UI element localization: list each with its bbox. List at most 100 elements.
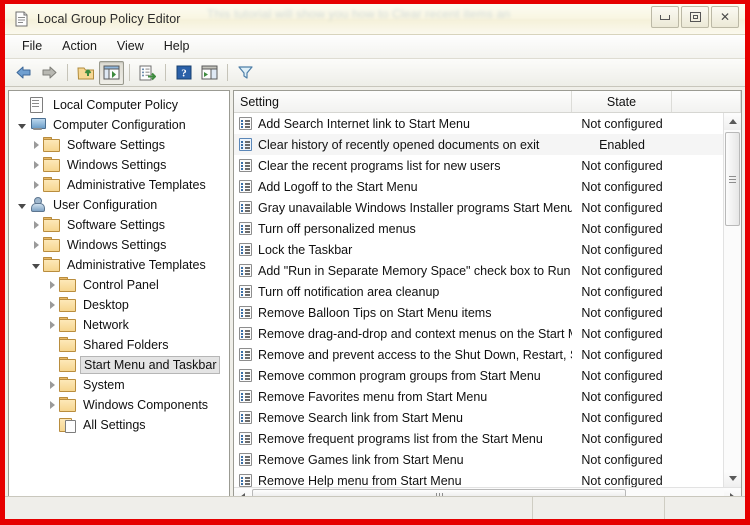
up-one-level-button[interactable] bbox=[73, 61, 98, 85]
tree-item-windows-settings[interactable]: Windows Settings bbox=[9, 235, 229, 255]
chevron-right-icon[interactable] bbox=[29, 136, 43, 154]
menu-help[interactable]: Help bbox=[154, 37, 200, 56]
policy-setting-icon bbox=[239, 264, 252, 277]
status-panel-secondary bbox=[533, 497, 665, 519]
table-row[interactable]: Add Logoff to the Start Menu Not configur… bbox=[234, 176, 723, 197]
tree-item-system[interactable]: System bbox=[9, 375, 229, 395]
chevron-right-icon[interactable] bbox=[29, 176, 43, 194]
show-hide-action-pane-button[interactable] bbox=[197, 61, 222, 85]
close-button[interactable]: ✕ bbox=[711, 6, 739, 28]
tree-item-label: Administrative Templates bbox=[67, 178, 206, 192]
table-row[interactable]: Add "Run in Separate Memory Space" check… bbox=[234, 260, 723, 281]
table-row[interactable]: Remove Help menu from Start Menu Not conf… bbox=[234, 470, 723, 487]
status-bar bbox=[5, 496, 745, 519]
policy-setting-icon bbox=[239, 390, 252, 403]
tree-item-computer-configuration[interactable]: Computer Configuration bbox=[9, 115, 229, 135]
forward-button[interactable] bbox=[37, 61, 62, 85]
tree-item-user-configuration[interactable]: User Configuration bbox=[9, 195, 229, 215]
cell-state: Not configured bbox=[581, 410, 663, 425]
show-hide-console-tree-button[interactable] bbox=[99, 60, 124, 85]
column-header-state[interactable]: State bbox=[572, 91, 672, 112]
funnel-filter-icon bbox=[238, 66, 253, 79]
menu-file[interactable]: File bbox=[12, 37, 52, 56]
chevron-down-icon[interactable] bbox=[15, 196, 29, 214]
cell-state: Not configured bbox=[581, 263, 663, 278]
tree-item-windows-settings[interactable]: Windows Settings bbox=[9, 155, 229, 175]
chevron-down-icon[interactable] bbox=[15, 116, 29, 134]
table-row[interactable]: Remove Search link from Start Menu Not co… bbox=[234, 407, 723, 428]
tree-item-software-settings[interactable]: Software Settings bbox=[9, 135, 229, 155]
setting-label: Remove Favorites menu from Start Menu bbox=[258, 389, 488, 404]
scroll-down-button[interactable] bbox=[724, 470, 741, 487]
chevron-right-icon[interactable] bbox=[45, 316, 59, 334]
chevron-right-icon[interactable] bbox=[29, 156, 43, 174]
cell-state: Not configured bbox=[581, 368, 663, 383]
chevron-down-icon[interactable] bbox=[29, 256, 43, 274]
annotation-border-right bbox=[745, 0, 750, 525]
chevron-right-icon[interactable] bbox=[45, 276, 59, 294]
tree-item-shared-folders[interactable]: Shared Folders bbox=[9, 335, 229, 355]
table-row[interactable]: Remove drag-and-drop and context menus o… bbox=[234, 323, 723, 344]
table-row[interactable]: Remove Favorites menu from Start Menu Not… bbox=[234, 386, 723, 407]
menu-action[interactable]: Action bbox=[52, 37, 107, 56]
vertical-scroll-track[interactable] bbox=[724, 130, 741, 470]
tree-item-administrative-templates[interactable]: Administrative Templates bbox=[9, 175, 229, 195]
tree-item-label: Shared Folders bbox=[83, 338, 169, 352]
tree-item-desktop[interactable]: Desktop bbox=[9, 295, 229, 315]
column-header-comment[interactable] bbox=[672, 91, 741, 112]
chevron-right-icon[interactable] bbox=[45, 296, 59, 314]
minimize-button[interactable] bbox=[651, 6, 679, 28]
column-header-setting[interactable]: Setting bbox=[234, 91, 572, 112]
chevron-right-icon[interactable] bbox=[29, 236, 43, 254]
vertical-scroll-thumb[interactable] bbox=[725, 132, 740, 226]
table-row[interactable]: Lock the Taskbar Not configured bbox=[234, 239, 723, 260]
table-row[interactable]: Turn off personalized menus Not configure… bbox=[234, 218, 723, 239]
help-button[interactable]: ? bbox=[171, 61, 196, 85]
cell-setting: Remove Balloon Tips on Start Menu items bbox=[234, 306, 572, 320]
table-row[interactable]: Add Search Internet link to Start Menu No… bbox=[234, 113, 723, 134]
setting-label: Remove Balloon Tips on Start Menu items bbox=[258, 305, 492, 320]
table-row[interactable]: Remove and prevent access to the Shut Do… bbox=[234, 344, 723, 365]
chevron-right-icon[interactable] bbox=[45, 376, 59, 394]
folder-up-icon bbox=[76, 67, 94, 79]
table-row[interactable]: Remove Games link from Start Menu Not con… bbox=[234, 449, 723, 470]
policy-setting-icon bbox=[239, 327, 252, 340]
tree-item-software-settings[interactable]: Software Settings bbox=[9, 215, 229, 235]
cell-state: Not configured bbox=[581, 158, 663, 173]
tree-item-all-settings[interactable]: All Settings bbox=[9, 415, 229, 435]
setting-label: Gray unavailable Windows Installer progr… bbox=[258, 200, 572, 215]
policy-setting-icon bbox=[239, 369, 252, 382]
tree-item-start-menu-and-taskbar[interactable]: Start Menu and Taskbar bbox=[9, 355, 229, 375]
list-vertical-scrollbar[interactable] bbox=[723, 113, 741, 487]
filter-button[interactable] bbox=[233, 61, 258, 85]
table-row[interactable]: Remove Balloon Tips on Start Menu items N… bbox=[234, 302, 723, 323]
chevron-right-icon[interactable] bbox=[29, 216, 43, 234]
table-row[interactable]: Clear history of recently opened documen… bbox=[234, 134, 723, 155]
restore-button[interactable] bbox=[681, 6, 709, 28]
tree-item-label: Windows Settings bbox=[67, 238, 167, 252]
tree-item-network[interactable]: Network bbox=[9, 315, 229, 335]
tree-item-local-computer-policy[interactable]: Local Computer Policy bbox=[9, 95, 229, 115]
tree-item-administrative-templates[interactable]: Administrative Templates bbox=[9, 255, 229, 275]
tree-item-label: Administrative Templates bbox=[67, 258, 206, 272]
console-tree-pane: Local Computer Policy Computer Configurat… bbox=[8, 90, 230, 506]
cell-setting: Add "Run in Separate Memory Space" check… bbox=[234, 264, 572, 278]
table-row[interactable]: Gray unavailable Windows Installer progr… bbox=[234, 197, 723, 218]
back-button[interactable] bbox=[11, 61, 36, 85]
export-list-button[interactable] bbox=[135, 61, 160, 85]
cell-setting: Remove Help menu from Start Menu bbox=[234, 474, 572, 487]
chevron-right-icon[interactable] bbox=[45, 396, 59, 414]
settings-list-pane: Setting State Add Search Internet link t… bbox=[233, 90, 742, 506]
toolbar: ? bbox=[5, 59, 745, 87]
setting-label: Remove frequent programs list from the S… bbox=[258, 431, 543, 446]
menu-view[interactable]: View bbox=[107, 37, 154, 56]
table-row[interactable]: Clear the recent programs list for new u… bbox=[234, 155, 723, 176]
tree-item-label: Windows Settings bbox=[67, 158, 167, 172]
table-row[interactable]: Remove common program groups from Start … bbox=[234, 365, 723, 386]
tree-item-windows-components[interactable]: Windows Components bbox=[9, 395, 229, 415]
tree-item-control-panel[interactable]: Control Panel bbox=[9, 275, 229, 295]
table-row[interactable]: Turn off notification area cleanup Not co… bbox=[234, 281, 723, 302]
scroll-up-button[interactable] bbox=[724, 113, 741, 130]
cell-state: Not configured bbox=[581, 431, 663, 446]
table-row[interactable]: Remove frequent programs list from the S… bbox=[234, 428, 723, 449]
